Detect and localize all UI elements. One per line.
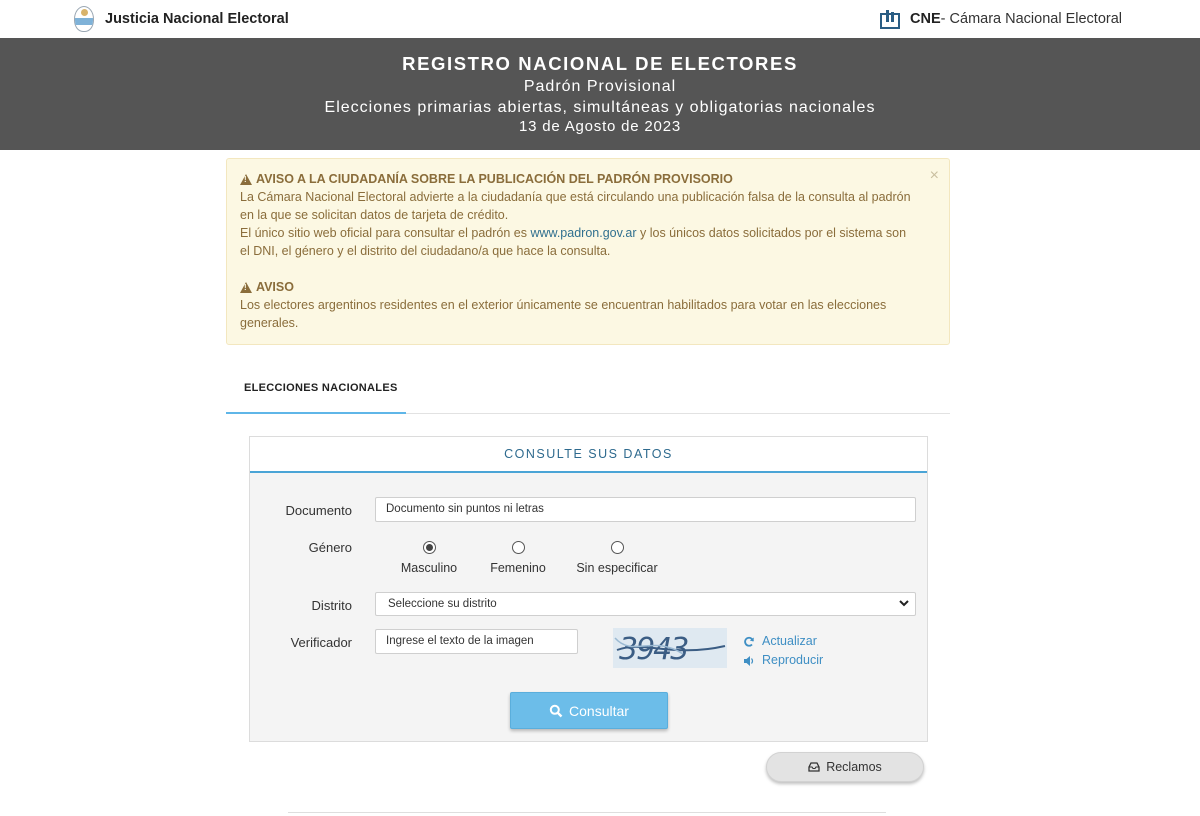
consultar-label: Consultar [569, 702, 629, 719]
reclamos-label: Reclamos [826, 760, 882, 774]
alert-text-part: El único sitio web oficial para consulta… [240, 226, 531, 240]
captcha-text: 3943 [614, 632, 726, 667]
chevron-down-icon [899, 600, 909, 607]
alert-heading-text: AVISO [256, 280, 294, 294]
brand-right[interactable]: CNE - Cámara Nacional Electoral [880, 3, 1122, 35]
radio-button[interactable] [511, 541, 525, 554]
cne-name: - Cámara Nacional Electoral [940, 11, 1122, 27]
distrito-select[interactable]: Seleccione su distrito [375, 592, 916, 616]
radio-label: Sin especificar [576, 561, 658, 575]
alert-text: El único sitio web oficial para consulta… [240, 224, 919, 242]
warning-icon [240, 173, 252, 185]
header-banner: REGISTRO NACIONAL DE ELECTORES Padrón Pr… [0, 38, 1200, 150]
tab-elecciones-nacionales[interactable]: ELECCIONES NACIONALES [226, 374, 406, 414]
reproducir-label: Reproducir [762, 653, 824, 667]
inbox-icon [808, 762, 820, 772]
banner-election: Elecciones primarias abiertas, simultáne… [324, 99, 876, 116]
alert-text: en la que se solicitan datos de tarjeta … [240, 208, 509, 222]
distrito-label: Distrito [311, 598, 352, 613]
tab-bar: ELECCIONES NACIONALES [226, 374, 950, 414]
banner-title: REGISTRO NACIONAL DE ELECTORES [402, 53, 798, 74]
cne-logo-icon [880, 10, 901, 29]
actualizar-link[interactable]: Actualizar [743, 632, 823, 651]
alert-text: La Cámara Nacional Electoral advierte a … [240, 190, 911, 204]
search-icon [549, 704, 563, 717]
reproducir-link[interactable]: Reproducir [743, 651, 823, 670]
alert-text-part: y los únicos datos solicitados por el si… [636, 226, 907, 240]
distrito-selected: Seleccione su distrito [388, 598, 497, 610]
alert-text: Los electores argentinos residentes en e… [240, 298, 887, 312]
warning-alert: × AVISO A LA CIUDADANÍA SOBRE LA PUBLICA… [226, 158, 950, 345]
warning-icon [240, 281, 252, 293]
site-title: Justicia Nacional Electoral [105, 11, 289, 27]
consulta-panel: CONSULTE SUS DATOS Documento Documento s… [249, 436, 928, 742]
genero-option-masculino[interactable]: Masculino [390, 541, 468, 575]
alert-text: generales. [240, 316, 299, 330]
documento-input[interactable]: Documento sin puntos ni letras [375, 497, 916, 522]
reclamos-button[interactable]: Reclamos [766, 752, 924, 782]
genero-option-femenino[interactable]: Femenino [479, 541, 557, 575]
captcha-actions: Actualizar Reproducir [743, 632, 823, 670]
radio-label: Masculino [400, 561, 458, 575]
argentina-seal-icon [74, 6, 94, 32]
banner-subtitle: Padrón Provisional [523, 78, 677, 95]
captcha-image: 3943 [613, 628, 727, 668]
verificador-input[interactable]: Ingrese el texto de la imagen [375, 629, 578, 654]
alert-heading: AVISO A LA CIUDADANÍA SOBRE LA PUBLICACI… [240, 170, 919, 188]
radio-button[interactable] [610, 541, 624, 554]
close-icon[interactable]: × [930, 168, 939, 184]
verificador-label: Verificador [290, 635, 352, 650]
banner-date: 13 de Agosto de 2023 [519, 118, 681, 135]
speaker-icon [744, 655, 754, 666]
consultar-button[interactable]: Consultar [510, 692, 668, 729]
documento-label: Documento [285, 503, 352, 518]
alert-heading-text: AVISO A LA CIUDADANÍA SOBRE LA PUBLICACI… [256, 172, 733, 186]
radio-button[interactable] [422, 541, 436, 554]
panel-title: CONSULTE SUS DATOS [250, 437, 927, 473]
radio-label: Femenino [490, 561, 546, 575]
actualizar-label: Actualizar [762, 634, 817, 648]
refresh-icon [744, 636, 754, 647]
cne-abbr: CNE [910, 11, 941, 27]
padron-link[interactable]: www.padron.gov.ar [530, 226, 636, 240]
genero-label: Género [308, 540, 352, 555]
top-bar: Justicia Nacional Electoral CNE - Cámara… [0, 0, 1200, 38]
alert-heading: AVISO [240, 278, 919, 296]
genero-option-sin-especificar[interactable]: Sin especificar [567, 541, 667, 575]
alert-text: el DNI, el género y el distrito del ciud… [240, 244, 611, 258]
divider [288, 812, 886, 813]
brand-left[interactable]: Justicia Nacional Electoral [74, 3, 289, 35]
